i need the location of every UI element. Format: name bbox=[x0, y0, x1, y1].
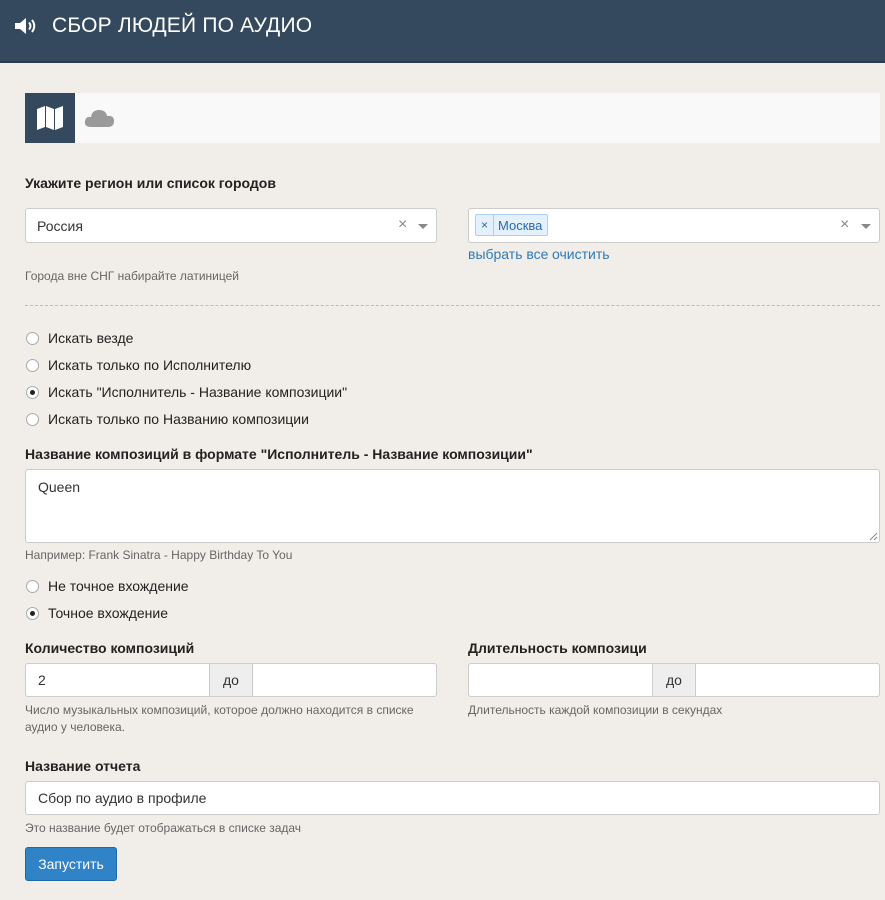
count-from-input[interactable] bbox=[25, 663, 210, 697]
clear-country-icon[interactable]: × bbox=[398, 216, 407, 234]
radio-label: Не точное вхождение bbox=[48, 578, 189, 594]
duration-separator: до bbox=[653, 663, 695, 697]
radio-exact-match[interactable]: Точное вхождение bbox=[25, 603, 168, 623]
report-label: Название отчета bbox=[25, 758, 141, 774]
city-tag: × Москва bbox=[475, 214, 549, 236]
chevron-down-icon[interactable] bbox=[418, 224, 428, 229]
radio-label: Искать "Исполнитель - Название композици… bbox=[48, 384, 348, 400]
select-all-link[interactable]: выбрать все bbox=[468, 246, 548, 262]
duration-range: до bbox=[468, 663, 880, 697]
radio-label: Искать только по Названию композиции bbox=[48, 411, 309, 427]
report-name-input[interactable] bbox=[25, 781, 880, 815]
count-help-line1: Число музыкальных композиций, которое до… bbox=[25, 703, 414, 717]
count-label: Количество композиций bbox=[25, 640, 195, 656]
remove-tag-icon[interactable]: × bbox=[476, 215, 495, 235]
city-tag-label: Москва bbox=[498, 217, 543, 233]
count-help-line2: аудио у человека. bbox=[25, 720, 125, 734]
radio-search-title[interactable]: Искать только по Названию композиции bbox=[25, 409, 309, 429]
page-title: СБОР ЛЮДЕЙ ПО АУДИО bbox=[52, 14, 313, 37]
duration-from-input[interactable] bbox=[468, 663, 653, 697]
compositions-help: Например: Frank Sinatra - Happy Birthday… bbox=[25, 548, 293, 562]
cities-select[interactable]: × Москва × bbox=[468, 208, 880, 243]
radio-search-artist[interactable]: Искать только по Исполнителю bbox=[25, 355, 251, 375]
radio-dot[interactable] bbox=[26, 331, 39, 345]
radio-dot-selected[interactable] bbox=[26, 385, 39, 399]
cloud-icon[interactable] bbox=[83, 105, 117, 131]
radio-label: Искать только по Исполнителю bbox=[48, 357, 252, 373]
radio-dot[interactable] bbox=[26, 412, 39, 426]
speaker-icon bbox=[15, 18, 36, 34]
count-range: до bbox=[25, 663, 437, 697]
app-header: СБОР ЛЮДЕЙ ПО АУДИО bbox=[0, 0, 885, 63]
count-to-input[interactable] bbox=[252, 663, 437, 697]
radio-dot[interactable] bbox=[26, 579, 39, 593]
count-separator: до bbox=[210, 663, 252, 697]
country-select[interactable]: Россия × bbox=[25, 208, 437, 243]
resize-grip-icon[interactable] bbox=[868, 531, 878, 541]
radio-label: Искать везде bbox=[48, 330, 134, 346]
clear-link[interactable]: очистить bbox=[552, 246, 610, 262]
compositions-textarea[interactable]: Queen bbox=[25, 469, 880, 543]
tab-map[interactable] bbox=[25, 93, 75, 143]
chevron-down-icon[interactable] bbox=[861, 224, 871, 229]
radio-inexact-match[interactable]: Не точное вхождение bbox=[25, 576, 189, 596]
compositions-label: Название композиций в формате "Исполните… bbox=[25, 446, 533, 462]
region-label: Укажите регион или список городов bbox=[25, 175, 276, 191]
radio-search-everywhere[interactable]: Искать везде bbox=[25, 328, 133, 348]
divider bbox=[25, 305, 880, 306]
duration-label: Длительность композици bbox=[468, 640, 647, 656]
region-help: Города вне СНГ набирайте латиницей bbox=[25, 269, 239, 283]
clear-cities-icon[interactable]: × bbox=[840, 216, 849, 234]
radio-label: Точное вхождение bbox=[48, 605, 168, 621]
radio-dot-selected[interactable] bbox=[26, 606, 39, 620]
submit-button[interactable]: Запустить bbox=[25, 847, 117, 881]
source-tabs bbox=[25, 93, 880, 143]
duration-to-input[interactable] bbox=[695, 663, 880, 697]
radio-search-artist-title[interactable]: Искать "Исполнитель - Название композици… bbox=[25, 382, 347, 402]
radio-dot[interactable] bbox=[26, 358, 39, 372]
country-value: Россия bbox=[37, 218, 83, 234]
duration-help: Длительность каждой композиции в секунда… bbox=[468, 703, 723, 717]
map-icon bbox=[37, 106, 63, 130]
report-help: Это название будет отображаться в списке… bbox=[25, 821, 302, 835]
